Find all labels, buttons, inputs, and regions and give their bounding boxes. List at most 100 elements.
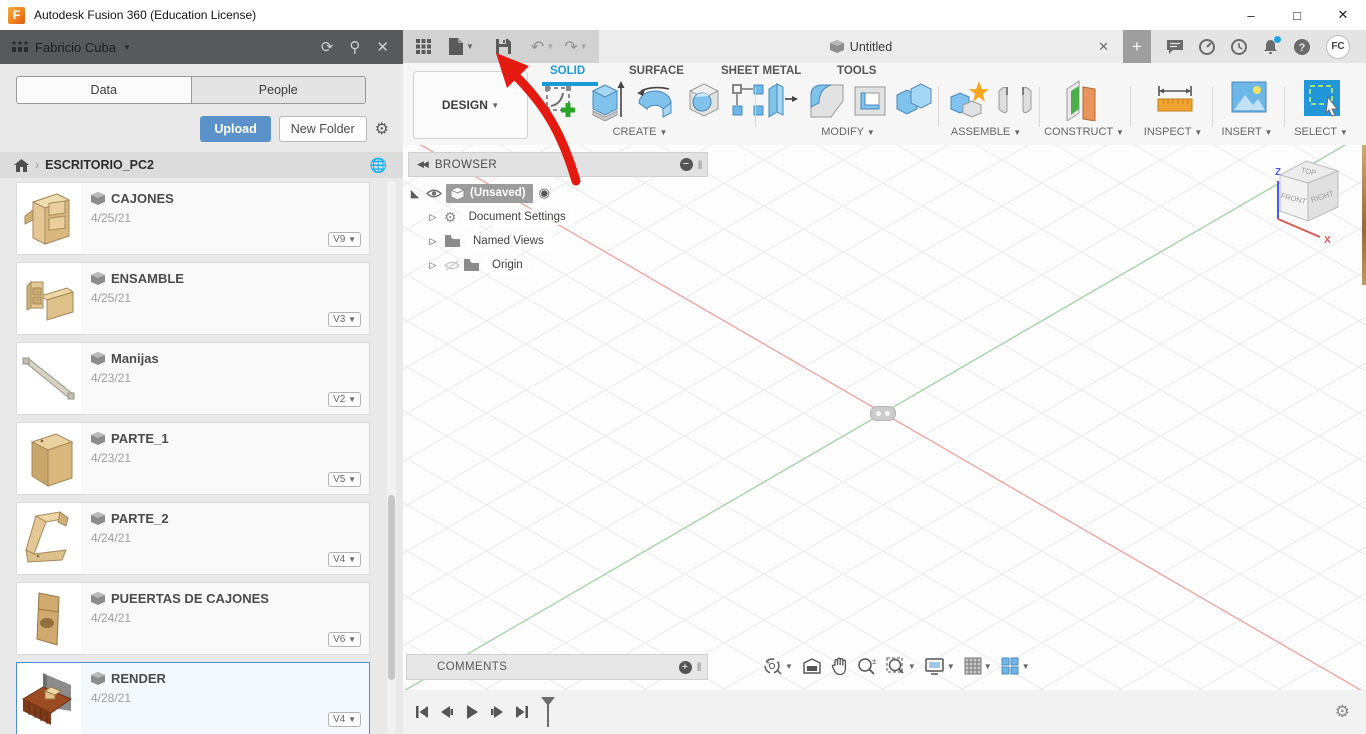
display-settings-icon[interactable]: ▼	[925, 657, 955, 675]
list-item-ensamble[interactable]: ENSAMBLE 4/25/21 V3 ▼	[16, 262, 370, 335]
press-pull-icon[interactable]	[765, 81, 799, 119]
group-inspect[interactable]: INSPECT ▼	[1144, 126, 1202, 138]
version-dropdown[interactable]: V5 ▼	[328, 472, 361, 487]
upload-button[interactable]: Upload	[200, 116, 271, 142]
collapse-browser-icon[interactable]: ◀◀	[417, 159, 429, 170]
app-grid-icon[interactable]	[413, 39, 434, 54]
measure-icon[interactable]	[1155, 83, 1195, 115]
close-button[interactable]: ✕	[1320, 0, 1366, 30]
search-icon[interactable]: ⚲	[349, 38, 360, 56]
tab-solid[interactable]: SOLID	[550, 65, 585, 77]
collapsed-triangle-icon[interactable]: ▷	[426, 260, 440, 271]
browser-node-origin[interactable]: ▷ Origin	[408, 253, 708, 277]
list-item-parte-2[interactable]: PARTE_2 4/24/21 V4 ▼	[16, 502, 370, 575]
zoom-icon[interactable]: ±	[857, 657, 877, 675]
tab-people[interactable]: People	[190, 77, 365, 103]
timeline-settings-gear-icon[interactable]: ⚙	[1335, 702, 1350, 722]
collapse-all-icon[interactable]: −	[679, 158, 693, 171]
zoom-window-icon[interactable]: ▼	[886, 657, 916, 675]
version-dropdown[interactable]: V3 ▼	[328, 312, 361, 327]
list-item-cajones[interactable]: CAJONES 4/25/21 V9 ▼	[16, 182, 370, 255]
version-dropdown[interactable]: V2 ▼	[328, 392, 361, 407]
close-panel-icon[interactable]: ✕	[376, 38, 389, 56]
collapsed-triangle-icon[interactable]: ▷	[426, 236, 440, 247]
notifications-bell-icon[interactable]	[1263, 35, 1281, 55]
save-icon[interactable]	[493, 39, 514, 54]
version-dropdown[interactable]: V9 ▼	[328, 232, 361, 247]
job-status-clock-icon[interactable]	[1231, 38, 1247, 55]
extrude-icon[interactable]	[589, 81, 627, 121]
group-modify[interactable]: MODIFY ▼	[821, 126, 875, 138]
expanded-triangle-icon[interactable]: ◣	[408, 187, 422, 200]
orbit-icon[interactable]: + ▼	[763, 657, 793, 675]
group-create[interactable]: CREATE ▼	[613, 126, 668, 138]
timeline-go-to-end-icon[interactable]	[515, 705, 529, 719]
help-icon[interactable]: ?	[1294, 38, 1310, 55]
group-assemble[interactable]: ASSEMBLE ▼	[951, 126, 1021, 138]
hidden-eye-icon[interactable]	[444, 259, 460, 271]
extensions-icon[interactable]	[1199, 38, 1215, 55]
collapsed-triangle-icon[interactable]: ▷	[426, 212, 440, 223]
tab-tools[interactable]: TOOLS	[837, 65, 876, 77]
comments-panel[interactable]: COMMENTS + ‖	[406, 654, 708, 680]
browser-node-named-views[interactable]: ▷ Named Views	[408, 229, 708, 253]
document-tab[interactable]: Untitled ✕	[599, 30, 1123, 63]
list-item-parte-1[interactable]: PARTE_1 4/23/21 V5 ▼	[16, 422, 370, 495]
version-dropdown[interactable]: V6 ▼	[328, 632, 361, 647]
root-document-chip[interactable]: (Unsaved)	[446, 183, 533, 203]
feedback-comment-icon[interactable]	[1167, 39, 1183, 54]
breadcrumb-folder[interactable]: ESCRITORIO_PC2	[45, 158, 154, 172]
look-at-icon[interactable]	[802, 657, 822, 675]
file-menu-icon[interactable]: ▼	[446, 38, 477, 55]
globe-icon[interactable]: 🌐	[370, 157, 387, 174]
fillet-icon[interactable]	[807, 81, 847, 119]
new-document-tab-button[interactable]: +	[1123, 30, 1151, 63]
add-comment-icon[interactable]: +	[678, 660, 692, 674]
team-switcher[interactable]: Fabricio Cuba ▼	[12, 40, 131, 55]
pattern-icon[interactable]	[731, 83, 765, 117]
origin-marker[interactable]	[870, 406, 896, 421]
list-item-pueertas[interactable]: PUEERTAS DE CAJONES 4/24/21 V6 ▼	[16, 582, 370, 655]
version-dropdown[interactable]: V4 ▼	[328, 712, 361, 727]
browser-header[interactable]: ◀◀ BROWSER − ‖	[408, 152, 708, 177]
list-item-render[interactable]: RENDER 4/28/21 V4 ▼	[16, 662, 370, 734]
visibility-eye-icon[interactable]	[426, 188, 442, 199]
workspace-selector[interactable]: DESIGN ▼	[413, 71, 528, 139]
timeline-go-to-start-icon[interactable]	[415, 705, 429, 719]
timeline-play-icon[interactable]	[465, 704, 479, 720]
document-close-icon[interactable]: ✕	[1098, 39, 1109, 55]
minimize-button[interactable]: –	[1228, 0, 1274, 30]
viewcube[interactable]: Z X TOP FRONT RIGHT	[1262, 153, 1348, 245]
new-folder-button[interactable]: New Folder	[278, 116, 367, 142]
refresh-icon[interactable]: ⟳	[321, 38, 334, 56]
combine-icon[interactable]	[893, 81, 933, 119]
group-select[interactable]: SELECT ▼	[1294, 126, 1348, 138]
select-icon[interactable]	[1303, 79, 1341, 117]
tab-surface[interactable]: SURFACE	[629, 65, 684, 77]
shell-icon[interactable]	[851, 81, 889, 119]
version-dropdown[interactable]: V4 ▼	[328, 552, 361, 567]
joint-icon[interactable]	[995, 81, 1035, 117]
viewports-icon[interactable]: ▼	[1001, 657, 1030, 675]
list-item-manijas[interactable]: Manijas 4/23/21 V2 ▼	[16, 342, 370, 415]
timeline-step-forward-icon[interactable]	[489, 705, 505, 719]
construct-plane-icon[interactable]	[1063, 79, 1101, 121]
browser-drag-handle[interactable]: ‖	[698, 158, 703, 172]
maximize-button[interactable]: □	[1274, 0, 1320, 30]
grid-settings-icon[interactable]: ▼	[964, 657, 992, 675]
new-component-icon[interactable]	[949, 81, 989, 119]
timeline-position-marker[interactable]	[541, 697, 555, 727]
browser-root-row[interactable]: ◣ (Unsaved) ◉	[408, 181, 708, 205]
home-icon[interactable]	[14, 158, 29, 172]
comments-drag-handle[interactable]: ‖	[697, 660, 702, 674]
timeline-step-back-icon[interactable]	[439, 705, 455, 719]
tab-data[interactable]: Data	[17, 77, 191, 103]
group-construct[interactable]: CONSTRUCT ▼	[1044, 126, 1124, 138]
panel-scrollbar[interactable]	[387, 180, 396, 734]
group-insert[interactable]: INSERT ▼	[1222, 126, 1273, 138]
viewport[interactable]: Z X TOP FRONT RIGHT ◀◀ BROWSER − ‖ ◣ (Un…	[403, 145, 1366, 690]
pan-hand-icon[interactable]	[831, 657, 848, 675]
hole-icon[interactable]	[685, 81, 723, 119]
activate-radio-icon[interactable]: ◉	[539, 185, 550, 201]
insert-image-icon[interactable]	[1231, 81, 1267, 113]
